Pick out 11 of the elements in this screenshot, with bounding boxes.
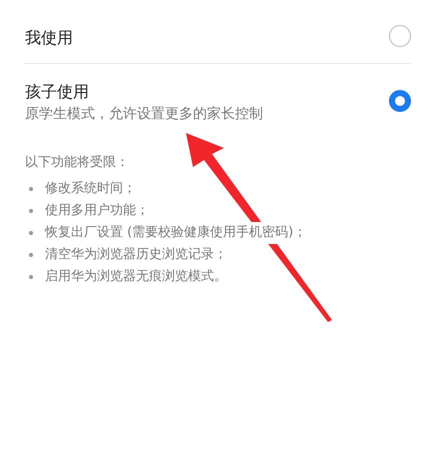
option-title: 孩子使用: [25, 82, 90, 103]
radio-button[interactable]: [389, 25, 411, 48]
option-title: 我使用: [25, 28, 73, 49]
bullet-icon: [29, 209, 33, 214]
bullet-icon: [29, 231, 33, 236]
bullet-icon: [29, 253, 33, 258]
bullet-icon: [29, 275, 33, 280]
bullet-icon: [29, 187, 33, 192]
radio-button[interactable]: [389, 90, 411, 112]
option-description: 原学生模式，允许设置更多的家长控制: [25, 104, 263, 124]
limits-heading: 以下功能将受限：: [25, 154, 130, 172]
